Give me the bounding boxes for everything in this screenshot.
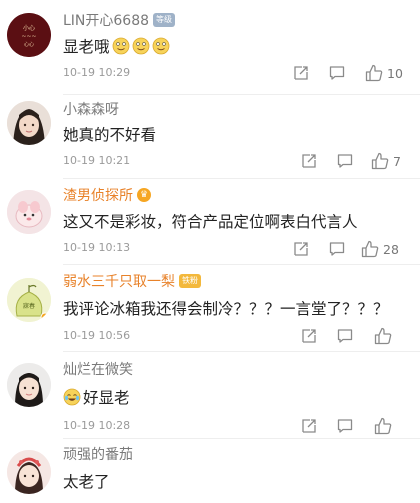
comment-item: 寐春 弱水三千只取一梨 铁粉 我评论冰箱我还得会制冷？？？一言堂了？？？ 10-… [0, 265, 420, 352]
share-icon[interactable] [300, 417, 318, 435]
avatar[interactable]: 小心 ~~~ 心心 [7, 13, 51, 57]
svg-text:~~~: ~~~ [21, 33, 36, 40]
comment-icon[interactable] [336, 327, 354, 345]
username-row: 灿烂在微笑 [63, 359, 133, 379]
grin-emoji-icon [152, 37, 169, 55]
username-row: LIN开心6688 等级 [63, 10, 176, 30]
avatar[interactable] [7, 101, 51, 145]
svg-text:寐春: 寐春 [23, 302, 35, 310]
comment-item: 渣男侦探所 ♛ 这又不是彩妆，符合产品定位啊表白代言人 10-19 10:13 … [0, 179, 420, 265]
like-count: 10 [387, 66, 403, 81]
comment-text: 好显老 [63, 386, 130, 408]
share-icon[interactable] [292, 64, 310, 82]
grin-emoji-icon [132, 37, 149, 55]
like-icon[interactable] [360, 239, 380, 259]
timestamp: 10-19 10:29 [63, 66, 131, 79]
comment-item: 灿烂在微笑 好显老 10-19 10:28 [0, 352, 420, 439]
username-row: 小森森呀 [63, 99, 119, 119]
grin-emoji-icon [112, 37, 129, 55]
level-badge: 等级 [153, 13, 176, 27]
avatar[interactable] [7, 363, 51, 407]
share-icon[interactable] [292, 240, 310, 258]
vip-crown-icon: ♛ [137, 188, 151, 202]
username[interactable]: 渣男侦探所 [63, 185, 133, 205]
username[interactable]: 顽强的番茄 [63, 444, 133, 464]
comment-text: 这又不是彩妆，符合产品定位啊表白代言人 [63, 213, 358, 231]
like-icon[interactable] [373, 416, 393, 436]
svg-text:心心: 心心 [24, 41, 34, 48]
username-row: 顽强的番茄 [63, 444, 133, 464]
comment-item: 小森森呀 她真的不好看 10-19 10:21 7 [0, 95, 420, 179]
comment-text: 她真的不好看 [63, 126, 157, 144]
comment-item: 顽强的番茄 太老了 [0, 439, 420, 503]
avatar[interactable] [7, 450, 51, 494]
share-icon[interactable] [300, 152, 318, 170]
share-icon[interactable] [300, 327, 318, 345]
comment-icon[interactable] [336, 152, 354, 170]
like-icon[interactable] [370, 151, 390, 171]
laugh-cry-emoji-icon [63, 388, 81, 406]
username-row: 渣男侦探所 ♛ [63, 185, 151, 205]
timestamp: 10-19 10:13 [63, 241, 131, 254]
username-row: 弱水三千只取一梨 铁粉 [63, 271, 201, 291]
comment-item: 小心 ~~~ 心心 LIN开心6688 等级 显老哦 10-19 10:29 1… [0, 0, 420, 95]
username[interactable]: 小森森呀 [63, 99, 119, 119]
timestamp: 10-19 10:21 [63, 154, 131, 167]
username[interactable]: LIN开心6688 [63, 10, 149, 30]
like-icon[interactable] [364, 63, 384, 83]
comment-text: 显老哦 [63, 35, 170, 57]
comment-text: 我评论冰箱我还得会制冷？？？一言堂了？？？ [63, 300, 389, 318]
like-count: 7 [393, 154, 401, 169]
like-count: 28 [383, 242, 399, 257]
username[interactable]: 弱水三千只取一梨 [63, 271, 175, 291]
like-icon[interactable] [373, 326, 393, 346]
comment-icon[interactable] [336, 417, 354, 435]
fan-badge: 铁粉 [179, 274, 201, 288]
comment-icon[interactable] [328, 240, 346, 258]
timestamp: 10-19 10:28 [63, 419, 131, 432]
timestamp: 10-19 10:56 [63, 329, 131, 342]
username[interactable]: 灿烂在微笑 [63, 359, 133, 379]
comment-icon[interactable] [328, 64, 346, 82]
comment-text: 太老了 [63, 473, 110, 491]
avatar[interactable]: 寐春 [7, 278, 51, 322]
avatar[interactable] [7, 190, 51, 234]
svg-text:小心: 小心 [23, 24, 35, 32]
